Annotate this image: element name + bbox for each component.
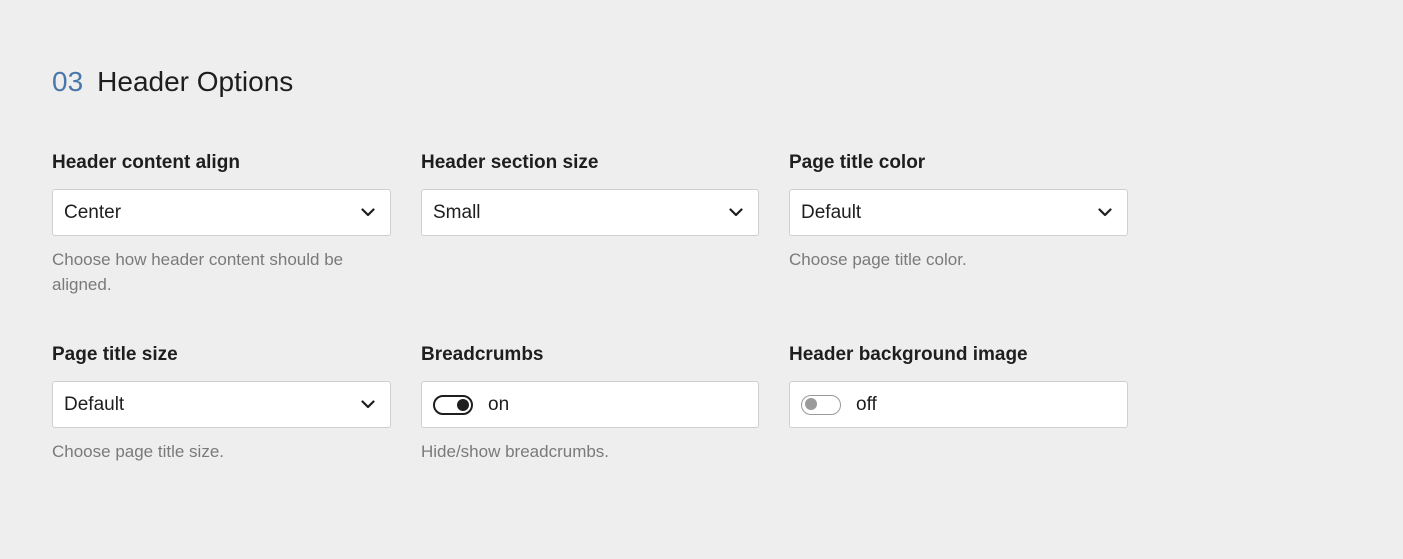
field-header-section-size: Header section size Small: [421, 151, 760, 236]
help-text: Choose page title color.: [789, 250, 967, 269]
toggle-state-text: on: [488, 393, 510, 415]
section-number: 03: [52, 66, 84, 97]
toggle-knob: [805, 398, 817, 410]
breadcrumbs-toggle[interactable]: [433, 394, 473, 415]
section-title: Header Options: [97, 66, 294, 97]
select-value: Default: [64, 393, 125, 415]
chevron-down-icon: [1097, 205, 1113, 221]
toggle-knob: [457, 398, 469, 411]
header-content-align-select[interactable]: Center: [52, 189, 391, 236]
field-label: Header section size: [421, 152, 599, 173]
field-label: Header background image: [789, 344, 1028, 365]
select-value: Center: [64, 201, 122, 223]
field-label: Header content align: [52, 152, 240, 173]
select-value: Default: [801, 201, 862, 223]
help-text: Choose page title size.: [52, 442, 224, 461]
field-page-title-size: Page title size Default Choose page titl…: [52, 343, 391, 464]
section-heading: 03 Header Options: [52, 64, 293, 100]
header-background-image-toggle[interactable]: [801, 394, 841, 415]
field-label: Page title color: [789, 152, 926, 173]
header-background-image-toggle-box: off: [789, 381, 1128, 428]
field-label: Page title size: [52, 344, 178, 365]
page-title-size-select[interactable]: Default: [52, 381, 391, 428]
select-value: Small: [433, 201, 481, 223]
field-header-content-align: Header content align Center Choose how h…: [52, 151, 391, 297]
help-text: Choose how header content should be alig…: [52, 250, 344, 294]
header-section-size-select[interactable]: Small: [421, 189, 759, 236]
chevron-down-icon: [360, 205, 376, 221]
field-header-background-image: Header background image off: [789, 343, 1128, 428]
chevron-down-icon: [360, 397, 376, 413]
field-page-title-color: Page title color Default Choose page tit…: [789, 151, 1128, 272]
toggle-state-text: off: [856, 393, 877, 415]
page-title-color-select[interactable]: Default: [789, 189, 1128, 236]
chevron-down-icon: [728, 205, 744, 221]
field-label: Breadcrumbs: [421, 344, 544, 365]
field-breadcrumbs: Breadcrumbs on Hide/show breadcrumbs.: [421, 343, 760, 464]
help-text: Hide/show breadcrumbs.: [421, 442, 610, 461]
breadcrumbs-toggle-box: on: [421, 381, 759, 428]
